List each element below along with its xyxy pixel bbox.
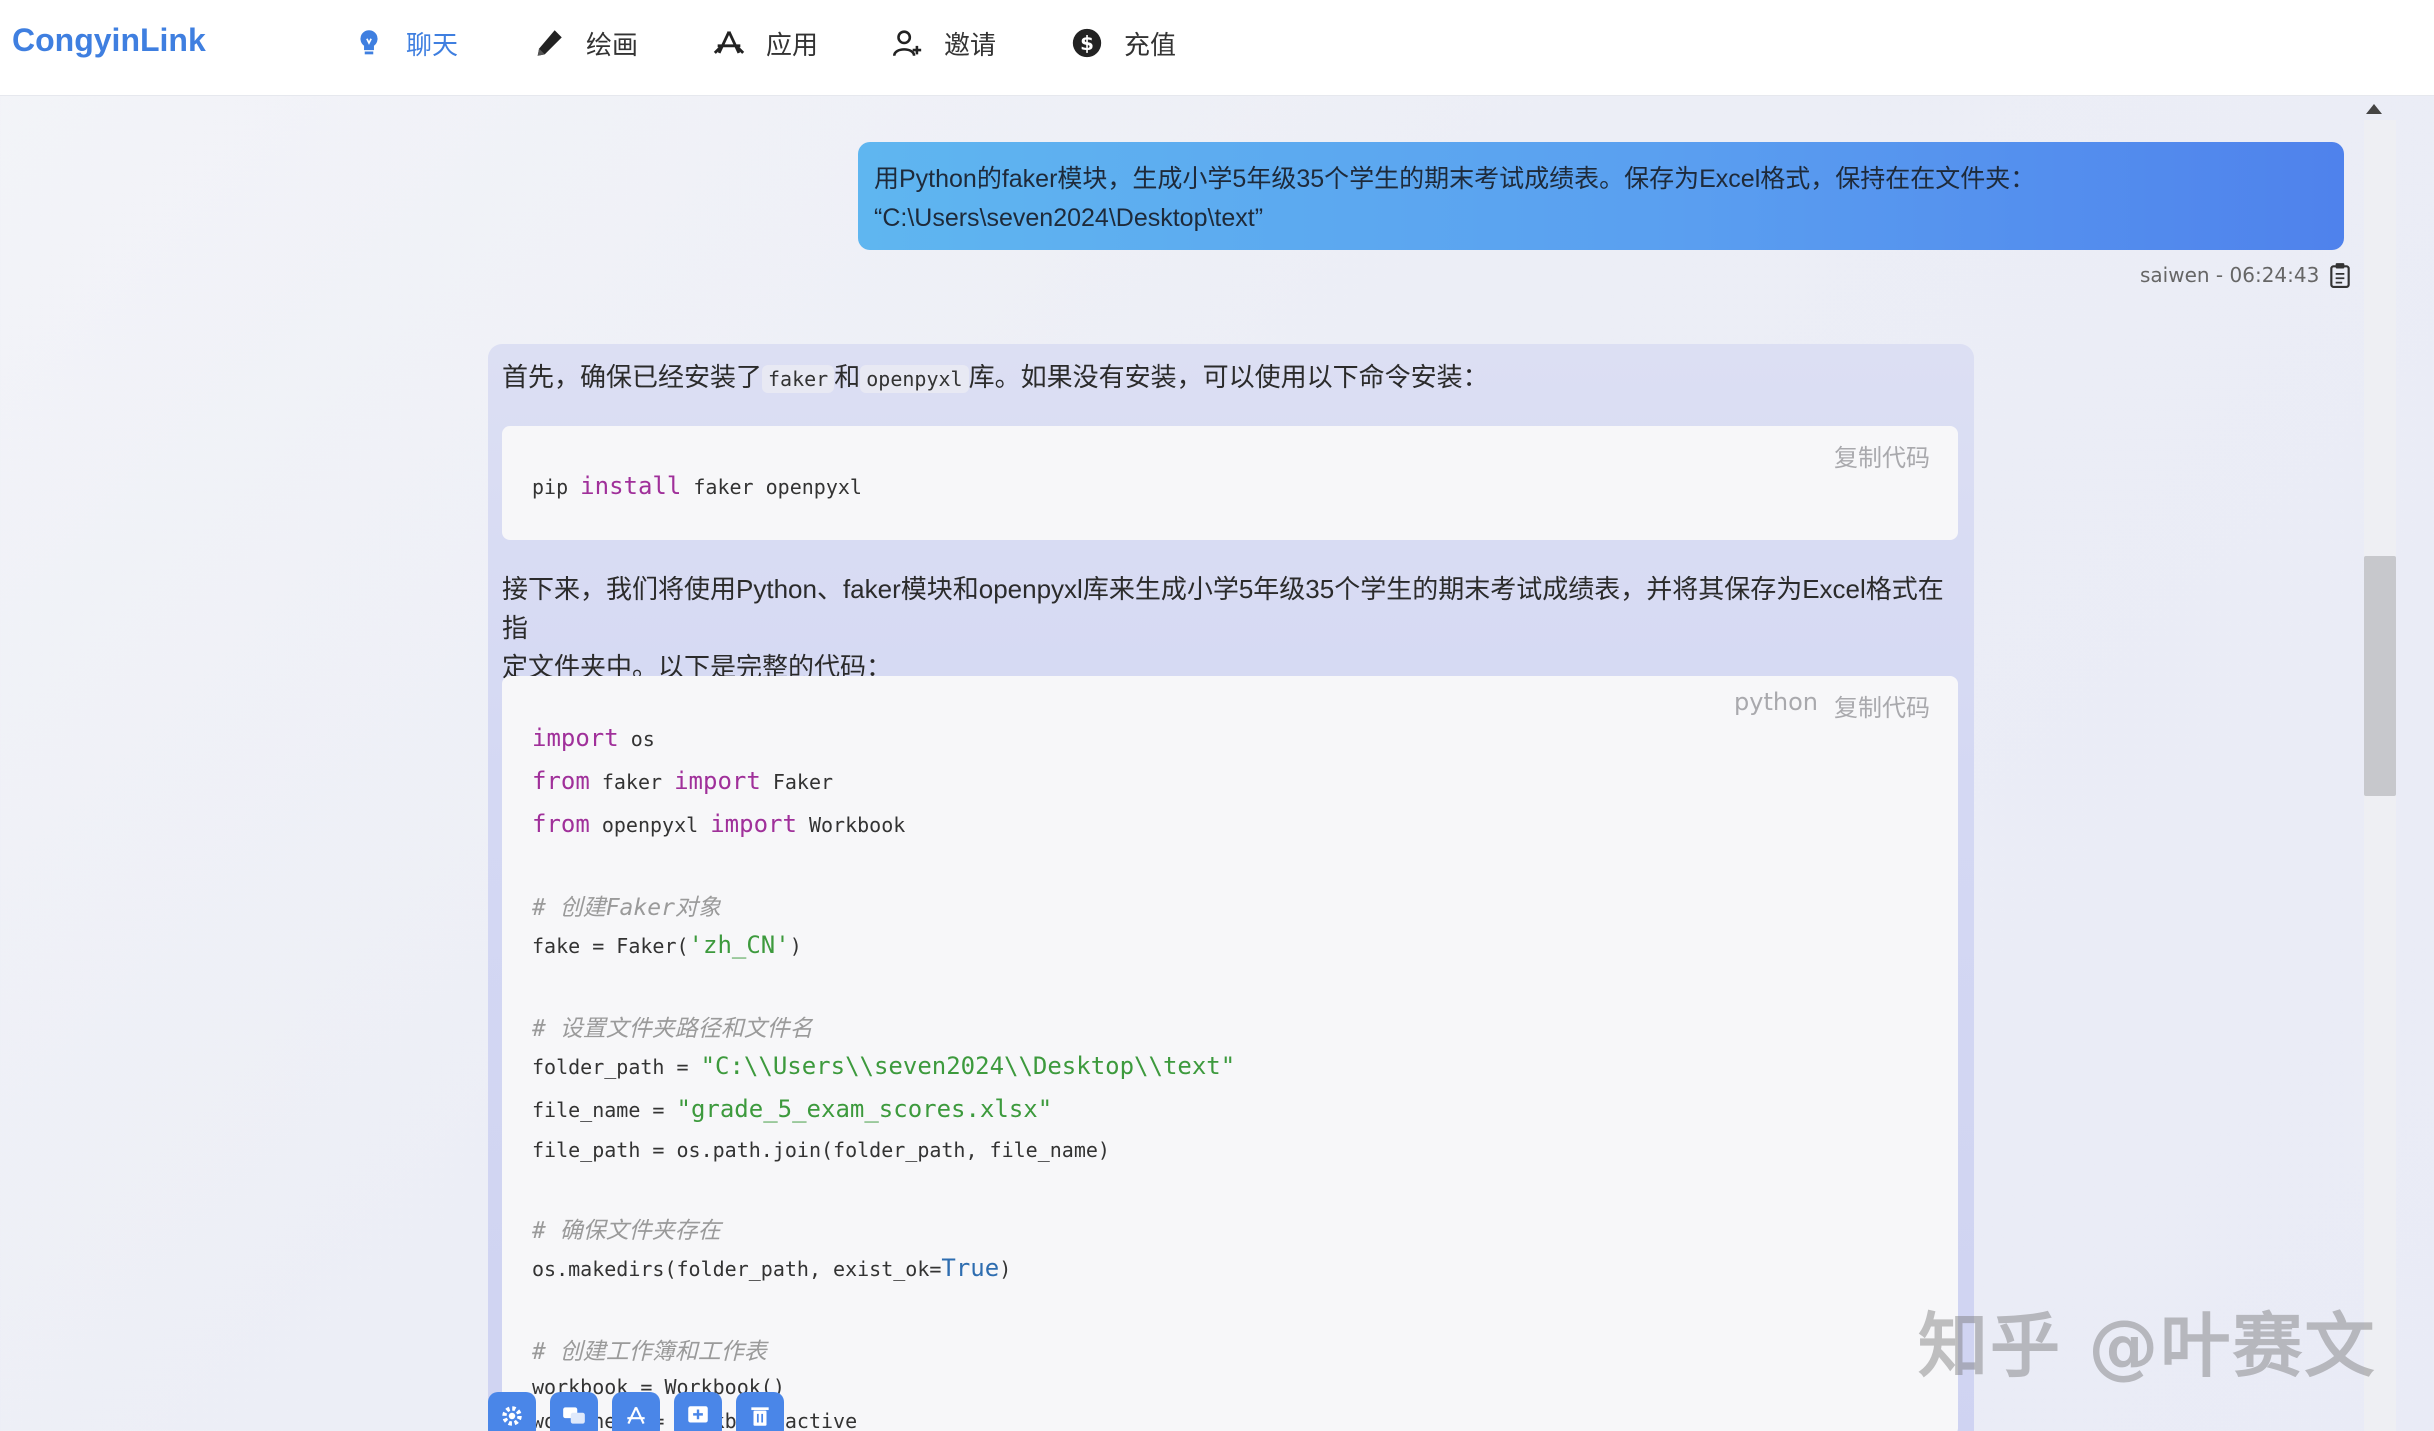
nav-tab-chat[interactable]: 聊天 — [352, 22, 458, 64]
text-span: 库。如果没有安装，可以使用以下命令安装： — [968, 362, 1489, 392]
svg-text:$: $ — [1080, 32, 1094, 55]
code-token: Workbook — [796, 813, 906, 837]
code-token: pip — [532, 475, 581, 499]
app-store-icon — [627, 1406, 645, 1425]
code-line: os.makedirs(folder_path, exist_ok=True) — [532, 1254, 1011, 1282]
code-string: 'zh_CN' — [688, 931, 790, 959]
chat-button[interactable] — [550, 1392, 598, 1431]
text-span: 和 — [834, 362, 861, 392]
nav-tab-label: 绘画 — [586, 30, 639, 61]
settings-icon — [502, 1406, 522, 1426]
code-token: ) — [999, 1257, 1012, 1281]
code-line: import os — [532, 724, 655, 752]
code-token: fake = Faker( — [532, 934, 689, 958]
invite-user-icon — [892, 30, 922, 57]
text-line: 接下来，我们将使用Python、faker模块和openpyxl库来生成小学5年… — [502, 574, 1944, 643]
pencil-icon — [537, 30, 562, 56]
dollar-icon: $ — [1072, 28, 1102, 58]
code-keyword: import — [674, 767, 761, 795]
nav-tab-label: 充值 — [1124, 30, 1177, 61]
nav-tab-draw[interactable]: 绘画 — [532, 22, 638, 64]
code-language-label: python — [1734, 688, 1818, 716]
code-keyword: import — [532, 724, 619, 752]
code-token: faker openpyxl — [681, 475, 862, 499]
code-line: from faker import Faker — [532, 767, 833, 795]
code-string: "grade_5_exam_scores.xlsx" — [676, 1095, 1053, 1123]
code-boolean: True — [941, 1254, 1000, 1282]
watermark-text: 知乎 @叶赛文 — [1918, 1305, 2377, 1387]
inline-code: faker — [762, 365, 835, 393]
nav-tab-label: 应用 — [766, 30, 819, 61]
nav-tab-invite[interactable]: 邀请 — [890, 22, 996, 64]
delete-button[interactable] — [736, 1392, 784, 1431]
code-line: pip install faker openpyxl — [532, 472, 862, 500]
user-message-line: “C:\Users\seven2024\Desktop\text” — [874, 204, 1264, 232]
user-message-line: 用Python的faker模块，生成小学5年级35个学生的期末考试成绩表。保存为… — [874, 165, 2036, 193]
copy-code-button[interactable]: 复制代码 — [1834, 438, 1930, 473]
nav-tab-apps[interactable]: 应用 — [712, 22, 818, 64]
message-author-time: saiwen - 06:24:43 — [2140, 263, 2320, 287]
nav-tab-label: 聊天 — [406, 30, 459, 61]
text-span: 首先，确保已经安装了 — [502, 362, 763, 392]
user-message-meta: saiwen - 06:24:43 — [2140, 260, 2351, 290]
code-comment: # 确保文件夹存在 — [532, 1218, 721, 1244]
code-block-install: 复制代码 pip install faker openpyxl — [502, 426, 1958, 540]
code-line: fake = Faker('zh_CN') — [532, 931, 802, 959]
scrollbar-thumb[interactable] — [2364, 556, 2396, 796]
chat-bubbles-icon — [563, 1407, 585, 1424]
code-actions: python 复制代码 — [1718, 688, 1930, 723]
code-keyword: from — [532, 810, 590, 838]
new-message-button[interactable] — [674, 1392, 722, 1431]
code-token: file_name = — [532, 1098, 677, 1122]
code-token: os.makedirs(folder_path, exist_ok= — [532, 1257, 942, 1281]
code-token: Faker — [760, 770, 834, 794]
user-message-bubble: 用Python的faker模块，生成小学5年级35个学生的期末考试成绩表。保存为… — [858, 142, 2344, 250]
top-nav-bar: CongyinLink 聊天 绘画 应用 邀请 $ 充值 — [0, 0, 2434, 96]
settings-button[interactable] — [488, 1392, 536, 1431]
code-comment: # 设置文件夹路径和文件名 — [532, 1016, 813, 1042]
code-token: ) — [789, 934, 802, 958]
code-block-python: python 复制代码 import os from faker import … — [502, 676, 1958, 1431]
code-token: openpyxl — [589, 813, 711, 837]
code-comment: # 创建工作簿和工作表 — [532, 1339, 767, 1365]
code-keyword: import — [710, 810, 797, 838]
apps-button[interactable] — [612, 1392, 660, 1431]
code-token: folder_path = — [532, 1055, 701, 1079]
app-store-icon — [713, 31, 745, 54]
scroll-up-arrow-icon[interactable] — [2366, 104, 2382, 114]
code-token: faker — [589, 770, 675, 794]
code-line: file_name = "grade_5_exam_scores.xlsx" — [532, 1095, 1052, 1123]
code-string: "C:\\Users\\seven2024\\Desktop\\text" — [700, 1052, 1236, 1080]
add-message-icon — [688, 1406, 708, 1423]
nav-tab-recharge[interactable]: $ 充值 — [1070, 22, 1176, 64]
code-token: os — [618, 727, 655, 751]
clipboard-icon[interactable] — [2329, 262, 2351, 288]
code-actions: 复制代码 — [1818, 438, 1930, 473]
code-comment: # 创建Faker对象 — [532, 895, 721, 921]
copy-code-button[interactable]: 复制代码 — [1834, 688, 1930, 723]
inline-code: openpyxl — [860, 365, 969, 393]
trash-icon — [751, 1407, 769, 1426]
code-line: folder_path = "C:\\Users\\seven2024\\Des… — [532, 1052, 1235, 1080]
assistant-explanation-text: 接下来，我们将使用Python、faker模块和openpyxl库来生成小学5年… — [502, 570, 1962, 687]
code-keyword: install — [580, 472, 682, 500]
assistant-intro-text: 首先，确保已经安装了 faker 和 openpyxl 库。如果没有安装，可以使用以下命… — [502, 358, 1489, 399]
code-keyword: from — [532, 767, 590, 795]
bulb-icon — [360, 30, 378, 55]
code-line: from openpyxl import Workbook — [532, 810, 905, 838]
brand-logo[interactable]: CongyinLink — [12, 22, 206, 59]
nav-tab-label: 邀请 — [944, 30, 997, 61]
code-line: file_path = os.path.join(folder_path, fi… — [532, 1138, 1110, 1162]
